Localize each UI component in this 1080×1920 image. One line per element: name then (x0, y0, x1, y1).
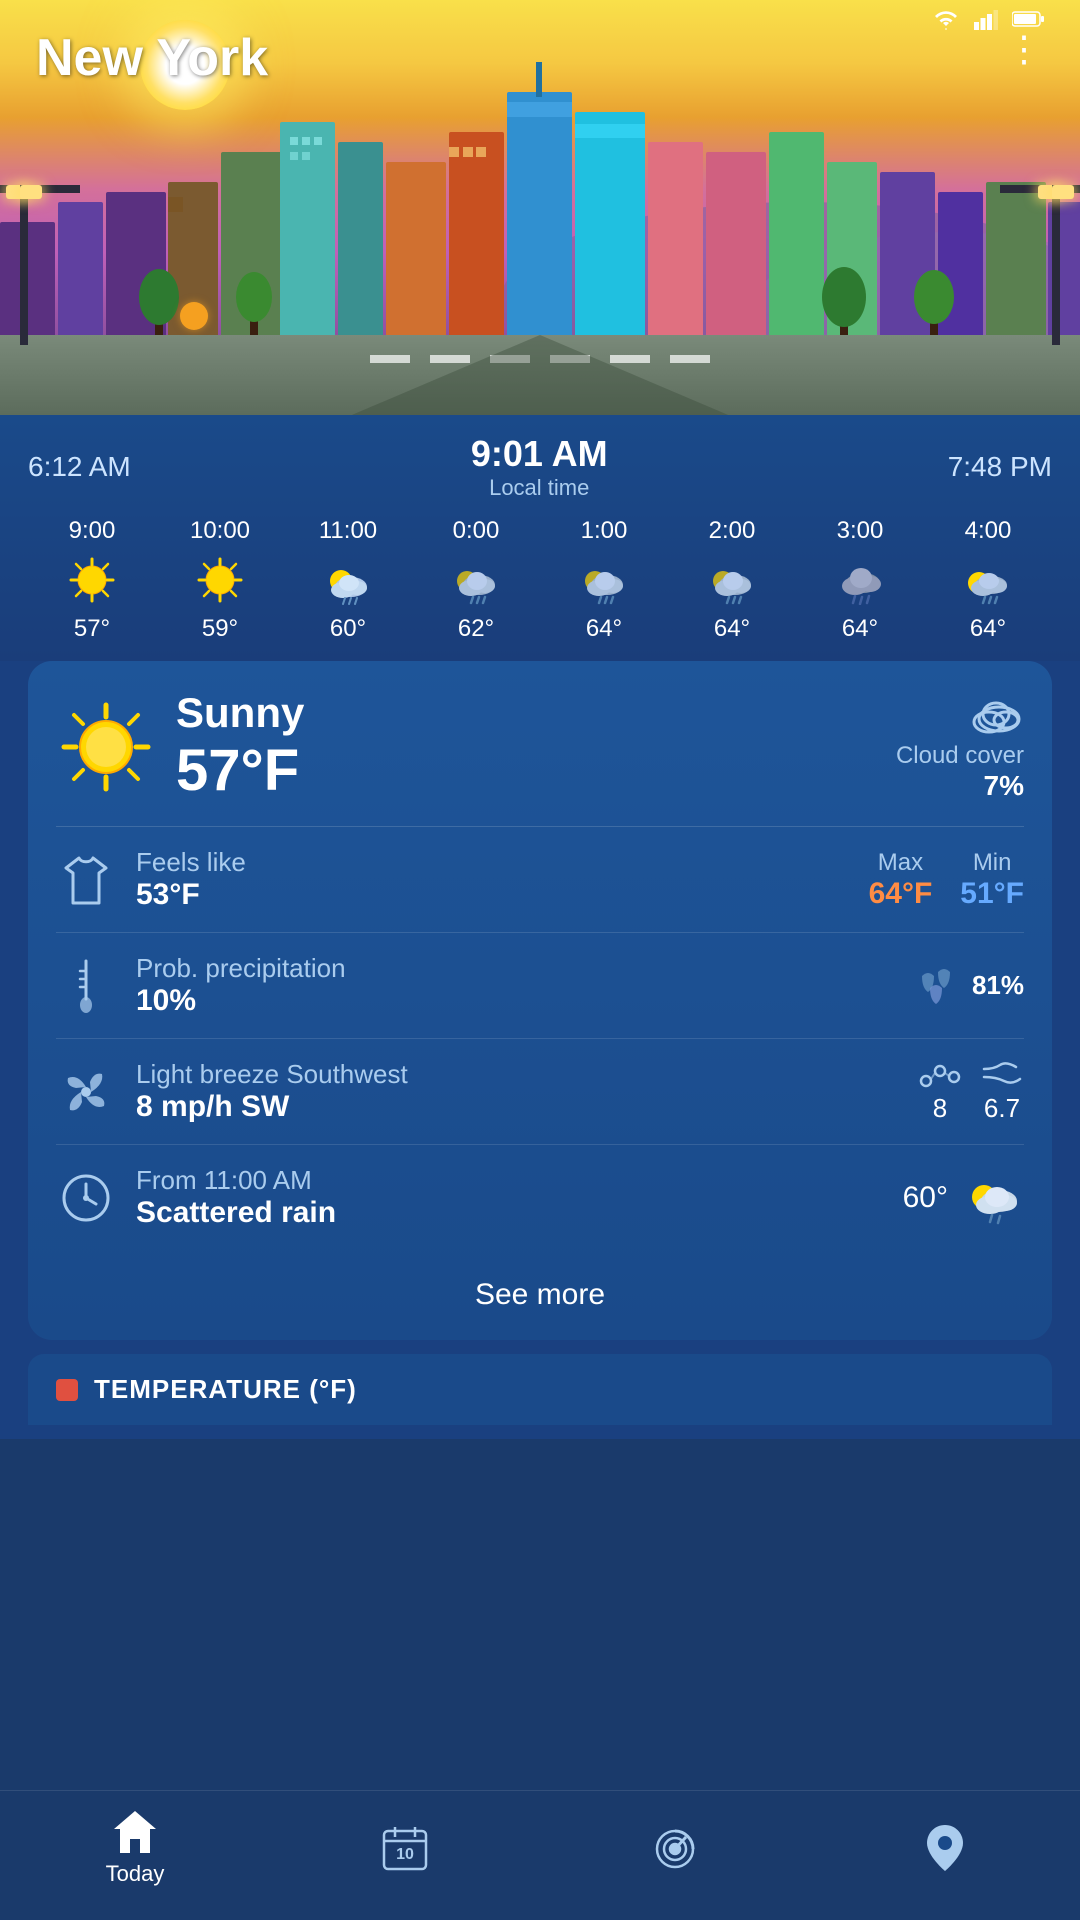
streetlight-left (20, 185, 28, 345)
max-value: 64°F (869, 877, 933, 911)
min-value: 51°F (960, 877, 1024, 911)
forecast-temp: 60° (903, 1181, 948, 1215)
feels-like-value: 53°F (136, 878, 849, 912)
hour-item-7: 4:00 64° (924, 517, 1052, 643)
wind-graph-icon (918, 1059, 962, 1089)
sunrise-time: 6:12 AM (28, 451, 131, 483)
hour-item-0: 9:00 57° (28, 517, 156, 643)
water-drops-icon (912, 968, 960, 1004)
nav-item-calendar[interactable]: 10 (270, 1823, 540, 1871)
forecast-row: From 11:00 AM Scattered rain 60° (56, 1145, 1024, 1250)
wind-row: Light breeze Southwest 8 mp/h SW 8 (56, 1039, 1024, 1145)
precipitation-row: Prob. precipitation 10% 81% (56, 933, 1024, 1039)
see-more-button[interactable]: See more (56, 1250, 1024, 1340)
forecast-icon (964, 1171, 1024, 1225)
location-icon (923, 1821, 967, 1873)
nav-label-today: Today (106, 1861, 165, 1887)
header: New York (0, 0, 1080, 116)
timeline-dot (180, 302, 208, 330)
shirt-icon (61, 853, 111, 907)
streetlight-right (1052, 185, 1060, 345)
condition-name: Sunny (176, 689, 304, 737)
status-bar (932, 8, 1044, 30)
wind-label: Light breeze Southwest (136, 1059, 898, 1090)
feels-like-row: Feels like 53°F Max 64°F Min 51°F (56, 827, 1024, 933)
home-icon (110, 1807, 160, 1855)
sunset-time: 7:48 PM (948, 451, 1052, 483)
radar-icon (650, 1823, 700, 1871)
temp-chart-label: TEMPERATURE (°F) (94, 1374, 357, 1405)
cloud-cover-block: Cloud cover 7% (896, 691, 1024, 802)
hour-item-2: 11:00 60° (284, 517, 412, 643)
rain-gauge-icon (70, 957, 102, 1015)
more-menu-icon[interactable]: ⋮ (1006, 28, 1044, 70)
forecast-condition: Scattered rain (136, 1196, 883, 1230)
nav-item-location[interactable] (810, 1821, 1080, 1873)
wifi-icon (932, 8, 960, 30)
hero-section: New York (0, 0, 1080, 420)
signal-icon (974, 8, 998, 30)
calendar-icon: 10 (380, 1823, 430, 1871)
hour-item-1: 10:00 59° (156, 517, 284, 643)
bottom-nav: Today 10 (0, 1790, 1080, 1920)
wind-speed: 8 mp/h SW (136, 1090, 898, 1124)
road-decoration (0, 335, 1080, 420)
cloud-cover-value: 7% (896, 770, 1024, 802)
weather-card: Sunny 57°F Cloud cover 7% (28, 661, 1052, 1340)
weather-card-wrapper: Sunny 57°F Cloud cover 7% (0, 661, 1080, 1439)
wind-gust-value: 6.7 (984, 1093, 1020, 1124)
timeline-section: 6:12 AM 9:01 AM Local time 7:48 PM 9:00 (0, 415, 1080, 661)
nav-item-radar[interactable] (540, 1823, 810, 1871)
local-time-value: 9:01 AM (471, 433, 608, 475)
local-time-label: Local time (471, 475, 608, 501)
current-temp: 57°F (176, 737, 304, 804)
precip-value: 10% (136, 984, 892, 1018)
city-name: New York (36, 28, 268, 88)
hour-item-4: 1:00 64° (540, 517, 668, 643)
max-label: Max (869, 849, 933, 877)
hourly-forecast: 9:00 57° 10:0 (28, 509, 1052, 661)
precip-label: Prob. precipitation (136, 953, 892, 984)
wind-speed-num: 8 (933, 1093, 947, 1124)
svg-text:10: 10 (396, 1846, 414, 1863)
cloud-cover-icon (964, 691, 1024, 737)
feels-like-label: Feels like (136, 847, 849, 878)
wind-lines-icon (980, 1059, 1024, 1089)
hour-item-5: 2:00 64° (668, 517, 796, 643)
clock-icon (60, 1172, 112, 1224)
temperature-chart-section: TEMPERATURE (°F) (28, 1354, 1052, 1425)
fan-icon (58, 1064, 114, 1120)
min-label: Min (960, 849, 1024, 877)
nav-item-today[interactable]: Today (0, 1807, 270, 1887)
hour-item-3: 0:00 62° (412, 517, 540, 643)
humidity-value: 81% (972, 970, 1024, 1001)
condition-block: Sunny 57°F (56, 689, 304, 804)
forecast-time-label: From 11:00 AM (136, 1165, 883, 1196)
temp-indicator (56, 1379, 78, 1401)
cloud-cover-label: Cloud cover (896, 742, 1024, 770)
battery-icon (1012, 10, 1044, 28)
hour-item-6: 3:00 64° (796, 517, 924, 643)
current-weather-icon (56, 697, 156, 797)
